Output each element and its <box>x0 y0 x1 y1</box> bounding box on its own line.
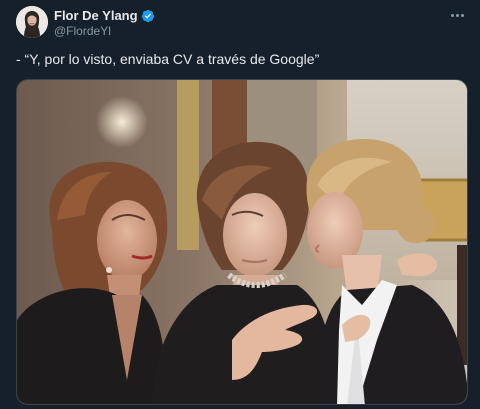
author-name-row[interactable]: Flor De Ylang <box>54 9 155 23</box>
avatar-image <box>16 6 48 38</box>
author-name[interactable]: Flor De Ylang <box>54 9 138 23</box>
photo-image <box>17 80 467 404</box>
tweet-header: Flor De Ylang @FlordeYl <box>16 6 468 40</box>
tweet-media-photo[interactable] <box>16 79 468 405</box>
avatar[interactable] <box>16 6 48 38</box>
tweet: Flor De Ylang @FlordeYl - “Y, por lo vis… <box>0 0 480 409</box>
author-handle[interactable]: @FlordeYl <box>54 25 111 38</box>
verified-badge-icon <box>141 9 155 23</box>
more-horizontal-icon[interactable] <box>448 8 466 22</box>
tweet-text: - “Y, por lo visto, enviaba CV a través … <box>16 51 320 67</box>
